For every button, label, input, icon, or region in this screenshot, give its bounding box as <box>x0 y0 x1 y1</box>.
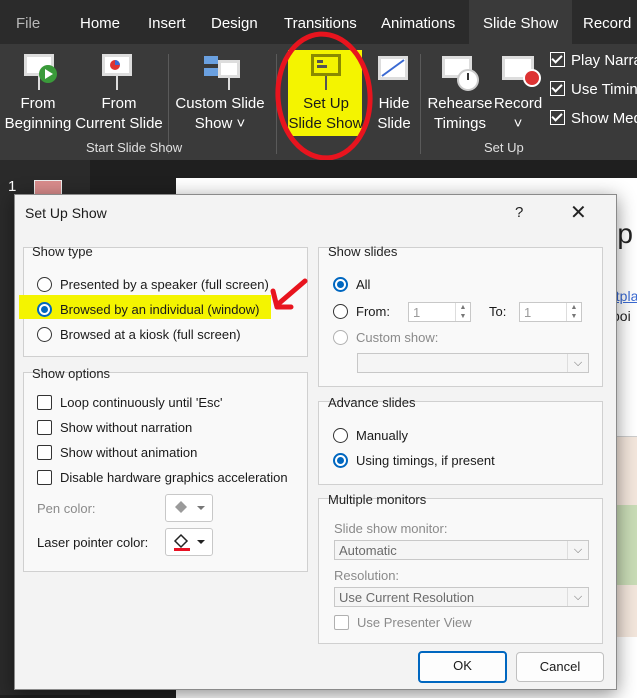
paint-bucket-icon <box>173 533 205 551</box>
resolution-dropdown[interactable]: Use Current Resolution ⌵ <box>334 587 589 607</box>
checkbox-icon <box>37 445 52 460</box>
tab-animations[interactable]: Animations <box>381 0 455 44</box>
ok-button[interactable]: OK <box>418 651 507 683</box>
projector-screen-icon <box>24 54 57 90</box>
advance-slides-group <box>318 401 603 485</box>
resolution-label: Resolution: <box>334 568 400 583</box>
laser-pointer-color-label: Laser pointer color: <box>37 535 149 550</box>
use-presenter-view-checkbox[interactable]: Use Presenter View <box>334 615 472 630</box>
set-up-show-dialog: Set Up Show ? ✕ Show type Presented by a… <box>14 194 617 690</box>
tab-home[interactable]: Home <box>80 0 120 44</box>
tab-file[interactable]: File <box>16 0 40 44</box>
checkbox-icon <box>37 470 52 485</box>
record-icon <box>502 56 541 87</box>
ribbon-separator <box>168 54 169 154</box>
show-media-controls-checkbox[interactable]: Show Med <box>550 110 637 127</box>
radio-button-icon <box>37 327 52 342</box>
loop-continuously-checkbox[interactable]: Loop continuously until 'Esc' <box>37 395 223 410</box>
radio-manually[interactable]: Manually <box>333 428 408 443</box>
checkbox-icon <box>334 615 349 630</box>
hide-slide-icon <box>378 56 408 80</box>
show-slides-label: Show slides <box>328 244 398 259</box>
pen-color-picker[interactable] <box>165 494 213 522</box>
rehearse-timings-button[interactable]: Rehearse Timings <box>426 94 494 134</box>
checkmark-icon <box>550 110 565 125</box>
show-type-label: Show type <box>32 244 93 259</box>
chevron-down-icon[interactable]: ⌵ <box>567 354 588 372</box>
radio-button-icon <box>37 277 52 292</box>
chevron-down-icon[interactable]: ⌵ <box>567 588 588 606</box>
group-label-start-slide-show: Start Slide Show <box>86 140 183 155</box>
checkbox-icon <box>37 420 52 435</box>
from-slide-spinner[interactable]: 1 ▲ ▼ <box>408 302 471 322</box>
close-icon[interactable]: ✕ <box>570 200 587 225</box>
radio-browsed-by-individual[interactable]: Browsed by an individual (window) <box>37 302 259 317</box>
tab-record[interactable]: Record <box>583 0 631 44</box>
radio-button-selected-icon <box>333 277 348 292</box>
radio-button-icon <box>333 428 348 443</box>
advance-slides-label: Advance slides <box>328 395 416 410</box>
radio-button-selected-icon <box>37 302 52 317</box>
dialog-title: Set Up Show <box>25 205 107 221</box>
checkmark-icon <box>550 81 565 96</box>
to-label: To: <box>489 304 507 319</box>
radio-presented-by-speaker[interactable]: Presented by a speaker (full screen) <box>37 277 269 292</box>
custom-slide-show-icon <box>204 56 240 90</box>
tab-design[interactable]: Design <box>211 0 258 44</box>
help-icon[interactable]: ? <box>515 204 523 221</box>
radio-button-icon <box>333 330 348 345</box>
multiple-monitors-label: Multiple monitors <box>328 492 427 507</box>
slide-show-monitor-dropdown[interactable]: Automatic ⌵ <box>334 540 589 560</box>
projector-screen-current-icon <box>102 54 132 90</box>
disable-hardware-acceleration-checkbox[interactable]: Disable hardware graphics acceleration <box>37 470 288 485</box>
from-beginning-button[interactable]: From Beginning <box>0 94 76 134</box>
radio-browsed-at-kiosk[interactable]: Browsed at a kiosk (full screen) <box>37 327 241 342</box>
show-options-label: Show options <box>32 366 111 381</box>
record-button[interactable]: Record ˅ <box>492 94 544 134</box>
show-without-narration-checkbox[interactable]: Show without narration <box>37 420 192 435</box>
radio-button-selected-icon <box>333 453 348 468</box>
chevron-down-icon[interactable]: ⌵ <box>567 541 588 559</box>
radio-from-slide[interactable]: From: <box>333 304 390 319</box>
laser-pointer-color-picker[interactable] <box>165 528 213 556</box>
group-label-set-up: Set Up <box>484 140 524 155</box>
checkmark-icon <box>550 52 565 67</box>
pen-color-label: Pen color: <box>37 501 96 516</box>
paint-bucket-icon <box>175 501 205 513</box>
tab-slide-show[interactable]: Slide Show <box>469 0 573 44</box>
red-arrow-annotation <box>270 278 308 310</box>
stopwatch-screen-icon <box>442 56 479 91</box>
radio-using-timings[interactable]: Using timings, if present <box>333 453 495 468</box>
play-narrations-checkbox[interactable]: Play Narra <box>550 52 637 69</box>
use-timings-checkbox[interactable]: Use Timin <box>550 81 637 98</box>
show-without-animation-checkbox[interactable]: Show without animation <box>37 445 197 460</box>
spinner-arrows-icon[interactable]: ▲ ▼ <box>566 303 581 321</box>
radio-all-slides[interactable]: All <box>333 277 370 292</box>
checkbox-icon <box>37 395 52 410</box>
radio-button-icon <box>333 304 348 319</box>
spinner-arrows-icon[interactable]: ▲ ▼ <box>455 303 470 321</box>
slide-number: 1 <box>8 178 17 195</box>
to-slide-spinner[interactable]: 1 ▲ ▼ <box>519 302 582 322</box>
from-current-slide-button[interactable]: From Current Slide <box>74 94 164 134</box>
tab-insert[interactable]: Insert <box>148 0 186 44</box>
red-circle-annotation <box>275 31 373 161</box>
ribbon-separator <box>420 54 421 154</box>
radio-custom-show[interactable]: Custom show: <box>333 330 438 345</box>
slide-show-monitor-label: Slide show monitor: <box>334 521 448 536</box>
cancel-button[interactable]: Cancel <box>516 652 604 682</box>
custom-show-dropdown[interactable]: ⌵ <box>357 353 589 373</box>
custom-slide-show-button[interactable]: Custom Slide Show ˅ <box>172 94 268 134</box>
